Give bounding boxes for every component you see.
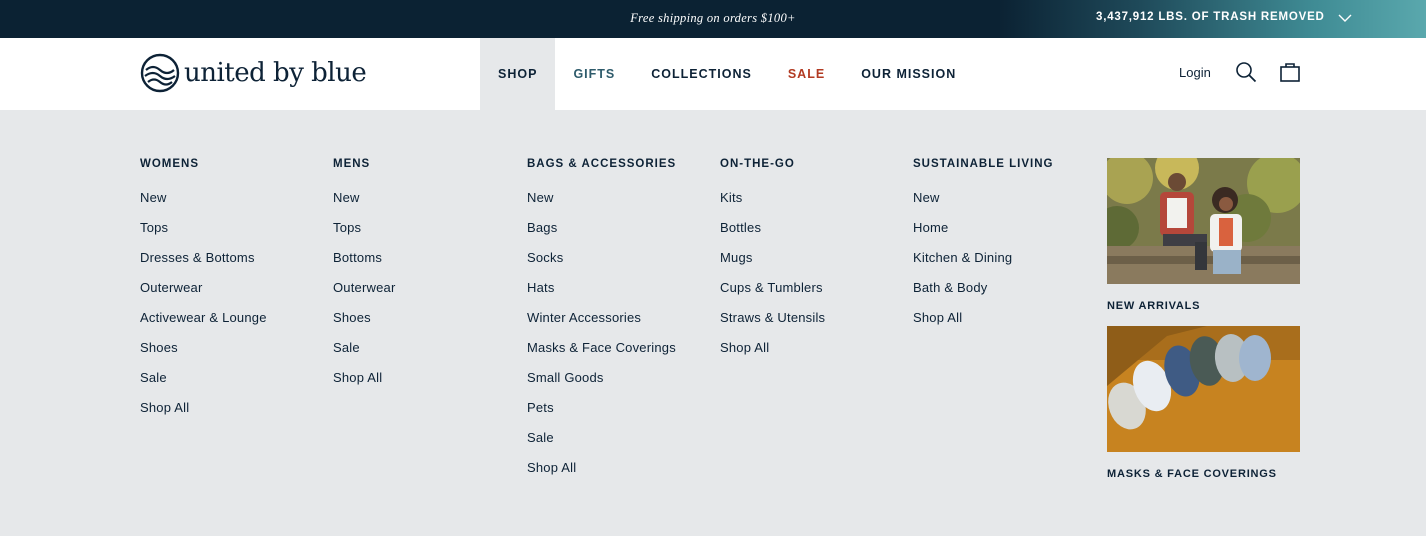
menu-link[interactable]: Tops bbox=[333, 220, 396, 250]
menu-link[interactable]: Tops bbox=[140, 220, 267, 250]
menu-link[interactable]: Sale bbox=[140, 370, 267, 400]
menu-link[interactable]: Home bbox=[913, 220, 1053, 250]
menu-link[interactable]: Shop All bbox=[333, 370, 396, 400]
column-heading: BAGS & ACCESSORIES bbox=[527, 158, 677, 170]
menu-link[interactable]: Small Goods bbox=[527, 370, 676, 400]
menu-link[interactable]: New bbox=[140, 190, 267, 220]
menu-column-mens: MENS New Tops Bottoms Outerwear Shoes Sa… bbox=[333, 158, 396, 400]
menu-column-bags-accessories: BAGS & ACCESSORIES New Bags Socks Hats W… bbox=[527, 158, 676, 490]
menu-link[interactable]: New bbox=[333, 190, 396, 220]
menu-link[interactable]: Mugs bbox=[720, 250, 825, 280]
new-arrivals-image[interactable] bbox=[1095, 146, 1307, 284]
menu-link[interactable]: Bottles bbox=[720, 220, 825, 250]
menu-link[interactable]: Socks bbox=[527, 250, 676, 280]
menu-column-on-the-go: ON-THE-GO Kits Bottles Mugs Cups & Tumbl… bbox=[720, 158, 825, 370]
column-heading: WOMENS bbox=[140, 158, 200, 170]
column-heading: MENS bbox=[333, 158, 371, 170]
logo-text: united by blue bbox=[184, 58, 367, 88]
menu-link[interactable]: Straws & Utensils bbox=[720, 310, 825, 340]
menu-link[interactable]: Pets bbox=[527, 400, 676, 430]
menu-link[interactable]: Shop All bbox=[720, 340, 825, 370]
search-icon[interactable] bbox=[1235, 61, 1257, 83]
menu-link[interactable]: Kitchen & Dining bbox=[913, 250, 1053, 280]
shopping-bag-icon[interactable] bbox=[1279, 61, 1301, 83]
nav-gifts[interactable]: GIFTS bbox=[555, 38, 633, 110]
column-heading: ON-THE-GO bbox=[720, 158, 795, 170]
menu-column-womens: WOMENS New Tops Dresses & Bottoms Outerw… bbox=[140, 158, 267, 430]
promo-caption[interactable]: MASKS & FACE COVERINGS bbox=[1107, 468, 1300, 480]
menu-link[interactable]: Cups & Tumblers bbox=[720, 280, 825, 310]
promo-new-arrivals[interactable]: NEW ARRIVALS bbox=[1095, 146, 1307, 312]
column-heading: SUSTAINABLE LIVING bbox=[913, 158, 1054, 170]
menu-link[interactable]: Sale bbox=[527, 430, 676, 460]
menu-link[interactable]: New bbox=[913, 190, 1053, 220]
announcement-bar: Free shipping on orders $100+ 3,437,912 … bbox=[0, 0, 1426, 38]
menu-link[interactable]: Sale bbox=[333, 340, 396, 370]
menu-link[interactable]: Hats bbox=[527, 280, 676, 310]
menu-link[interactable]: Bath & Body bbox=[913, 280, 1053, 310]
menu-link[interactable]: Bottoms bbox=[333, 250, 396, 280]
promo-caption[interactable]: NEW ARRIVALS bbox=[1107, 300, 1300, 312]
masks-image[interactable] bbox=[1107, 326, 1300, 452]
menu-link[interactable]: Dresses & Bottoms bbox=[140, 250, 267, 280]
site-header: united by blue SHOP GIFTS COLLECTIONS SA… bbox=[0, 38, 1426, 110]
chevron-down-icon[interactable] bbox=[1337, 11, 1353, 25]
promo-masks[interactable]: MASKS & FACE COVERINGS bbox=[1107, 326, 1300, 480]
menu-link[interactable]: Winter Accessories bbox=[527, 310, 676, 340]
menu-link[interactable]: Shoes bbox=[333, 310, 396, 340]
main-nav: SHOP GIFTS COLLECTIONS SALE OUR MISSION bbox=[480, 38, 974, 110]
nav-sale[interactable]: SALE bbox=[770, 38, 843, 110]
menu-link[interactable]: Bags bbox=[527, 220, 676, 250]
menu-link[interactable]: New bbox=[527, 190, 676, 220]
nav-our-mission[interactable]: OUR MISSION bbox=[843, 38, 974, 110]
menu-link[interactable]: Activewear & Lounge bbox=[140, 310, 267, 340]
menu-link[interactable]: Kits bbox=[720, 190, 825, 220]
login-link[interactable]: Login bbox=[1179, 65, 1211, 80]
menu-column-sustainable-living: SUSTAINABLE LIVING New Home Kitchen & Di… bbox=[913, 158, 1053, 340]
trash-removed-counter[interactable]: 3,437,912 LBS. OF TRASH REMOVED bbox=[1096, 11, 1325, 23]
nav-collections[interactable]: COLLECTIONS bbox=[633, 38, 770, 110]
menu-link[interactable]: Outerwear bbox=[333, 280, 396, 310]
menu-link[interactable]: Shop All bbox=[527, 460, 676, 490]
menu-link[interactable]: Outerwear bbox=[140, 280, 267, 310]
menu-link[interactable]: Masks & Face Coverings bbox=[527, 340, 676, 370]
shop-mega-menu: WOMENS New Tops Dresses & Bottoms Outerw… bbox=[0, 110, 1426, 536]
nav-shop[interactable]: SHOP bbox=[480, 38, 556, 110]
menu-link[interactable]: Shoes bbox=[140, 340, 267, 370]
menu-link[interactable]: Shop All bbox=[140, 400, 267, 430]
logo-wave-icon bbox=[140, 53, 180, 93]
menu-link[interactable]: Shop All bbox=[913, 310, 1053, 340]
logo[interactable]: united by blue bbox=[140, 53, 367, 93]
